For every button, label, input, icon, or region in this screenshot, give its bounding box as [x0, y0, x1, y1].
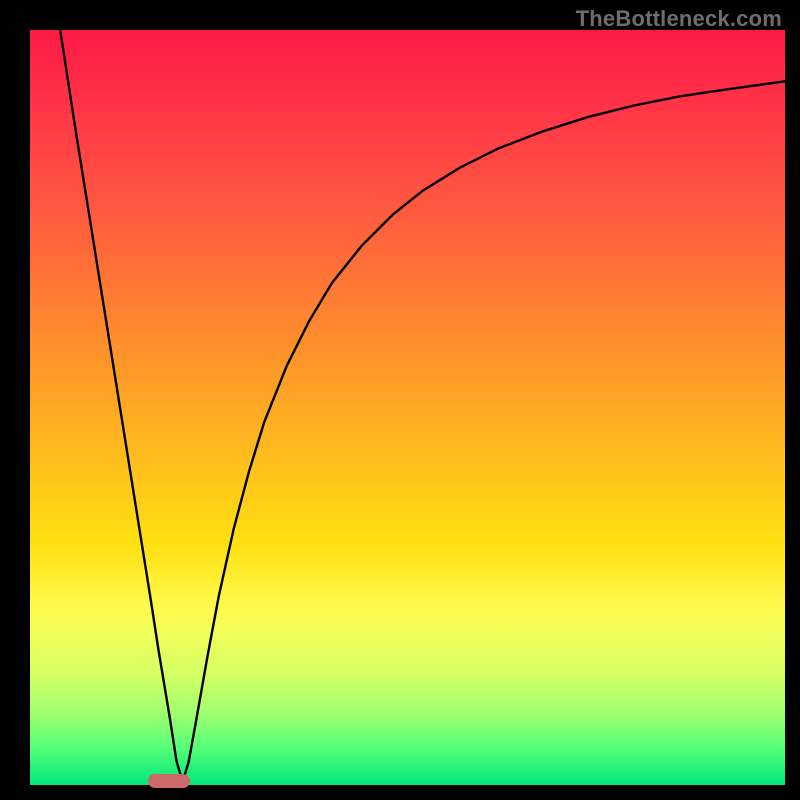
chart-frame: TheBottleneck.com: [0, 0, 800, 800]
bottleneck-curve: [0, 0, 800, 800]
optimal-range-marker: [148, 774, 190, 788]
